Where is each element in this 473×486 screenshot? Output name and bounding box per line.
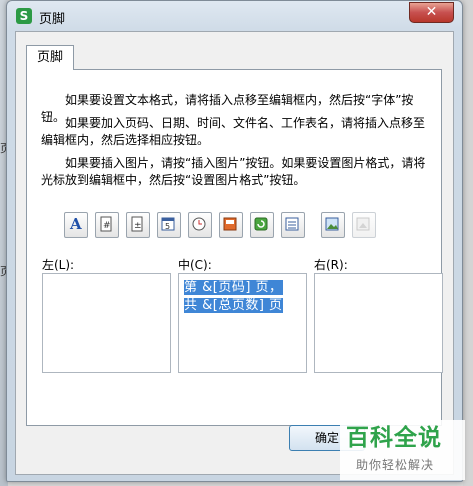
format-picture-icon [356,217,370,231]
sheet-name-icon [285,217,299,231]
left-section-editor[interactable] [42,273,171,373]
svg-text:5: 5 [165,222,170,231]
insert-picture-button[interactable] [321,212,345,238]
title-bar[interactable]: S 页脚 ✕ [7,1,462,31]
font-icon: A [70,215,82,233]
left-section-label: 左(L): [42,258,75,272]
file-path-icon [223,217,237,231]
filename-button[interactable] [250,212,274,238]
instruction-text: 如果要插入图片，请按“插入图片”按钮。如果要设置图片格式，请将光标放到编辑框中，… [41,156,426,187]
sheet-name-button[interactable] [281,212,305,238]
footer-dialog: S 页脚 ✕ 页脚 如果要设置文本格式，请将插入点移至编辑框内，然后按“字体”按… [6,0,463,482]
instruction-text: 如果要加入页码、日期、时间、文件名、工作表名，请将插入点移至编辑框内，然后选择相… [41,116,426,147]
watermark-title: 百科全说 [346,425,442,451]
app-logo-icon: S [16,8,32,24]
background-window-edge [463,0,473,486]
svg-text:±: ± [134,221,142,231]
watermark-subtitle: 助你轻松解决 [356,458,435,472]
close-icon: ✕ [425,4,438,20]
page-number-icon: # [100,216,112,232]
total-pages-icon: ± [131,216,143,232]
center-line-2: 共 &[总页数] 页 [184,298,283,313]
dialog-title: 页脚 [39,12,66,27]
font-button[interactable]: A [64,212,88,238]
format-picture-button[interactable] [352,212,376,238]
center-section-text: 第 &[页码] 页， 共 &[总页数] 页 [184,279,283,315]
dialog-body: 页脚 如果要设置文本格式，请将插入点移至编辑框内，然后按“字体”按钮。 如果要加… [15,31,454,475]
watermark: 百科全说 助你轻松解决 [340,420,465,480]
center-section-editor[interactable]: 第 &[页码] 页， 共 &[总页数] 页 [178,273,307,373]
date-icon: 5 [161,217,175,231]
total-pages-button[interactable]: ± [126,212,150,238]
tab-footer[interactable]: 页脚 [26,45,74,70]
close-button[interactable]: ✕ [409,2,454,23]
filename-icon [254,217,268,231]
center-line-1: 第 &[页码] 页， [184,280,283,295]
insert-picture-icon [325,217,339,231]
svg-text:#: # [103,221,111,231]
center-section-label: 中(C): [178,258,212,272]
file-path-button[interactable] [219,212,243,238]
time-button[interactable] [188,212,212,238]
page-number-button[interactable]: # [95,212,119,238]
right-section-label: 右(R): [314,258,348,272]
date-button[interactable]: 5 [157,212,181,238]
right-section-editor[interactable] [314,273,443,373]
tab-panel: 如果要设置文本格式，请将插入点移至编辑框内，然后按“字体”按钮。 如果要加入页码… [26,69,443,426]
time-icon [192,217,206,231]
